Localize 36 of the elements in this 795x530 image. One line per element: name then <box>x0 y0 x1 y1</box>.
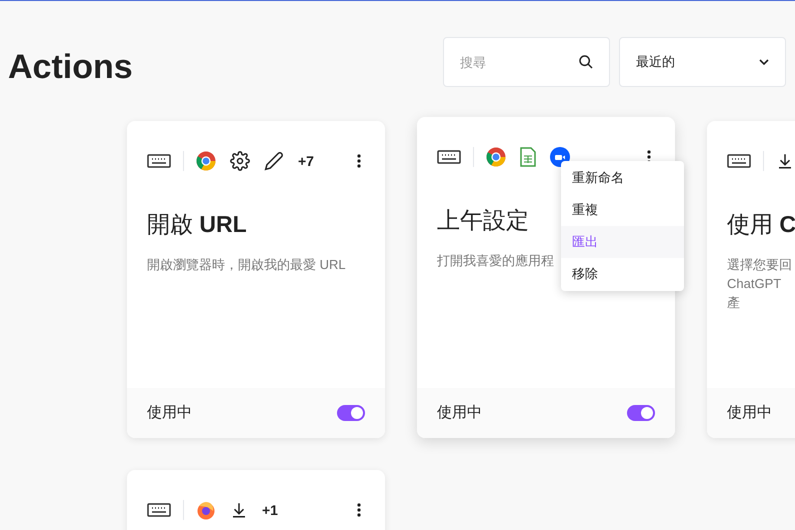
kebab-icon <box>357 154 361 168</box>
search-icon <box>578 54 594 70</box>
more-count: +1 <box>262 500 278 520</box>
browser-icon <box>196 500 216 520</box>
toggle-switch[interactable] <box>627 405 655 421</box>
browser-icon <box>486 146 506 166</box>
card-title: 開啟 URL <box>147 210 247 239</box>
page-title: Actions <box>8 47 133 88</box>
card-title: 使用 C <box>727 210 795 239</box>
sort-dropdown[interactable]: 最近的 <box>619 37 786 87</box>
download-icon <box>776 152 794 170</box>
status-label: 使用中 <box>727 402 772 423</box>
card-description: 開啟瀏覽器時，開啟我的最愛 URL <box>147 256 347 274</box>
settings-icon <box>230 150 250 170</box>
kebab-icon <box>357 502 361 516</box>
card-description: 選擇您要回ChatGPT 產 <box>727 256 793 312</box>
toggle-switch[interactable] <box>337 405 365 421</box>
keyboard-icon <box>147 154 171 168</box>
keyboard-icon <box>437 150 461 164</box>
action-card[interactable]: +1 <box>127 470 385 530</box>
download-icon <box>230 500 248 518</box>
menu-item[interactable]: 匯出 <box>561 226 684 258</box>
keyboard-icon <box>147 502 171 516</box>
action-card[interactable]: +7 開啟 URL 開啟瀏覽器時，開啟我的最愛 URL 使用中 <box>127 121 385 438</box>
keyboard-icon <box>727 154 751 168</box>
browser-icon <box>196 150 216 170</box>
card-description: 打開我喜愛的應用程 <box>437 252 555 270</box>
action-card[interactable]: 使用 C 選擇您要回ChatGPT 產 使用中 <box>707 121 795 438</box>
more-count: +7 <box>298 152 314 170</box>
spreadsheet-icon <box>520 146 536 166</box>
status-label: 使用中 <box>147 402 192 423</box>
pencil-icon <box>264 150 284 170</box>
chevron-down-icon <box>759 59 769 65</box>
status-label: 使用中 <box>437 402 482 423</box>
search-field[interactable]: 搜尋 <box>443 37 610 87</box>
card-title: 上午設定 <box>437 206 529 235</box>
